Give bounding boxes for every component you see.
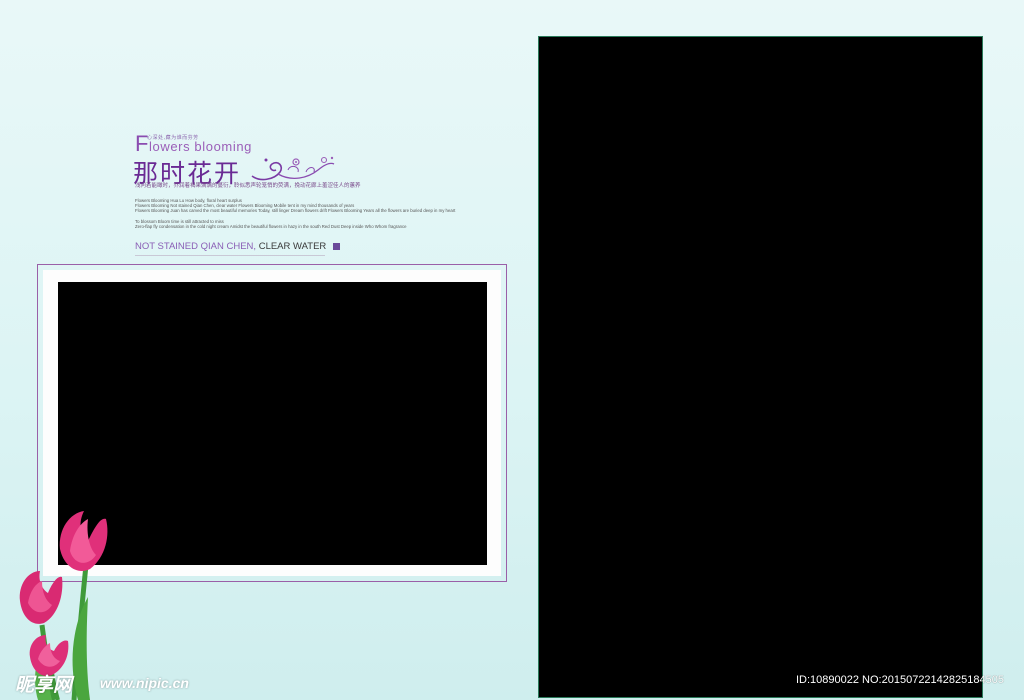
photo-placeholder-left [58, 282, 487, 565]
watermark-id: ID:10890022 NO:20150722142825184505 [796, 674, 1004, 686]
tagline-light: NOT STAINED QIAN CHEN, [135, 241, 259, 252]
poem-line: Flowers Blooming Juan has carved the mos… [135, 208, 456, 214]
poem-paragraph: Flowers Blooming Hua Lu How body, floral… [135, 198, 495, 229]
tagline-divider [135, 255, 325, 256]
tagline: NOT STAINED QIAN CHEN, CLEAR WATER [135, 241, 341, 252]
english-title: Flowers blooming [135, 133, 252, 155]
english-title-rest: lowers blooming [149, 139, 252, 154]
english-title-cap: F [135, 131, 150, 156]
poem-line: Zero-flap fly condensation in the cold n… [135, 223, 407, 229]
square-bullet-icon [333, 243, 341, 250]
photo-placeholder-right [538, 36, 983, 698]
tagline-dark: CLEAR WATER [258, 241, 327, 252]
chinese-subtitle: 浅问若能瞰时，乔润着褐果满满的蔓衍，聆似悉声轮笼悄的荧满，挽动花廊上羞涩佳人的蕙… [135, 183, 361, 189]
watermark-logo: 昵享网 [15, 674, 73, 696]
watermark-url: www.nipic.cn [100, 675, 189, 691]
